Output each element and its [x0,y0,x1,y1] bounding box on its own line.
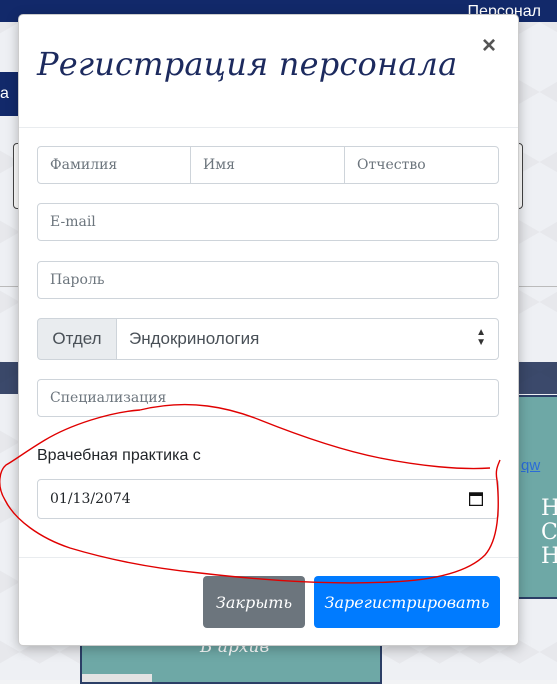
department-select[interactable]: Эндокринология ▲ ▼ [116,318,499,360]
modal-header: Регистрация персонала × [19,15,518,128]
staff-card: qw Н С Н [517,395,557,599]
password-input[interactable] [37,261,499,299]
department-group: Отдел Эндокринология ▲ ▼ [37,318,499,360]
name-input[interactable] [190,146,345,184]
modal-title: Регистрация персонала [37,45,458,83]
register-button[interactable]: Зарегистрировать [314,576,500,628]
department-label: Отдел [37,318,117,360]
select-caret-icon: ▲ ▼ [476,327,486,348]
broken-image-icon: qw [521,457,541,474]
calendar-icon[interactable] [469,491,483,506]
surname-input[interactable] [37,146,191,184]
email-input[interactable] [37,203,499,241]
close-button[interactable]: Закрыть [203,576,305,628]
practice-start-label: Врачебная практика с [37,447,201,464]
full-name-group [37,146,499,184]
practice-date-input[interactable] [37,479,499,519]
registration-modal: Регистрация персонала × Отдел Эндокринол… [18,14,519,646]
practice-date-field [37,479,499,519]
card-image [82,674,152,682]
department-value: Эндокринология [129,329,260,348]
close-icon[interactable]: × [478,33,500,59]
modal-footer: Закрыть Зарегистрировать [19,557,518,646]
specialization-input[interactable] [37,379,499,417]
staff-card-text: Н С Н [541,496,557,569]
patronymic-input[interactable] [344,146,499,184]
